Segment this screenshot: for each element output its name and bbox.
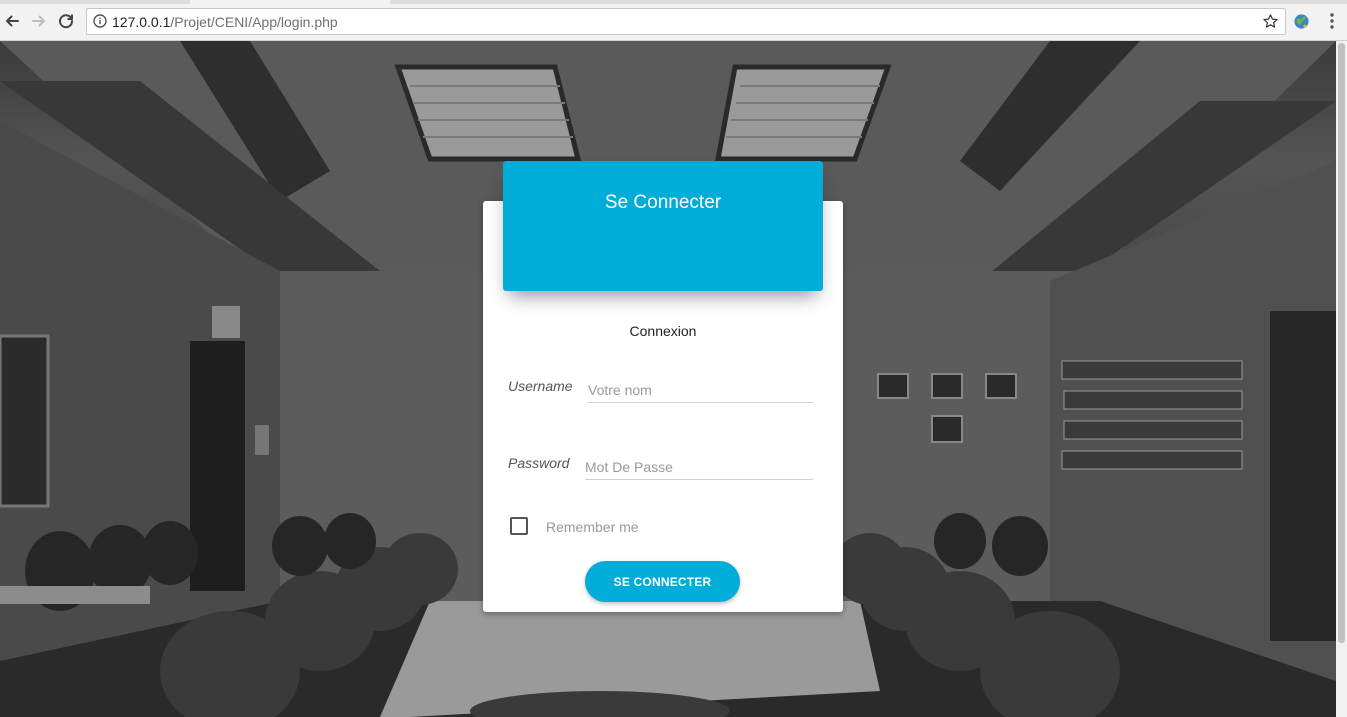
forward-arrow-icon — [32, 15, 45, 27]
back-arrow-icon — [6, 15, 19, 27]
back-button[interactable] — [2, 11, 22, 31]
login-subtitle: Connexion — [629, 323, 697, 339]
reload-button[interactable] — [56, 11, 76, 31]
url-text[interactable]: 127.0.0.1/Projet/CENI/App/login.php — [112, 14, 338, 30]
login-submit-button[interactable]: SE CONNECTER — [585, 561, 740, 602]
url-host: 127.0.0.1 — [112, 14, 171, 30]
password-input[interactable] — [585, 454, 813, 480]
password-label: Password — [508, 455, 570, 471]
login-title: Se Connecter — [604, 192, 722, 213]
page-scrollbar[interactable] — [1336, 41, 1347, 717]
username-label: Username — [508, 378, 573, 394]
username-input[interactable] — [588, 377, 813, 403]
info-icon[interactable] — [93, 14, 107, 28]
remember-label: Remember me — [546, 519, 639, 535]
star-icon[interactable] — [1262, 13, 1279, 30]
kebab-menu-icon[interactable] — [1326, 12, 1338, 30]
globe-extension-icon[interactable] — [1293, 13, 1310, 30]
login-card-header: Se Connecter — [503, 161, 823, 291]
address-bar[interactable]: 127.0.0.1/Projet/CENI/App/login.php — [86, 8, 1286, 35]
browser-toolbar: 127.0.0.1/Projet/CENI/App/login.php — [0, 0, 1347, 41]
reload-icon — [59, 14, 74, 29]
scrollbar-thumb[interactable] — [1338, 43, 1345, 643]
url-path: /Projet/CENI/App/login.php — [170, 14, 338, 30]
forward-button[interactable] — [29, 11, 49, 31]
active-tab[interactable] — [190, 0, 390, 4]
remember-checkbox[interactable] — [510, 517, 528, 535]
